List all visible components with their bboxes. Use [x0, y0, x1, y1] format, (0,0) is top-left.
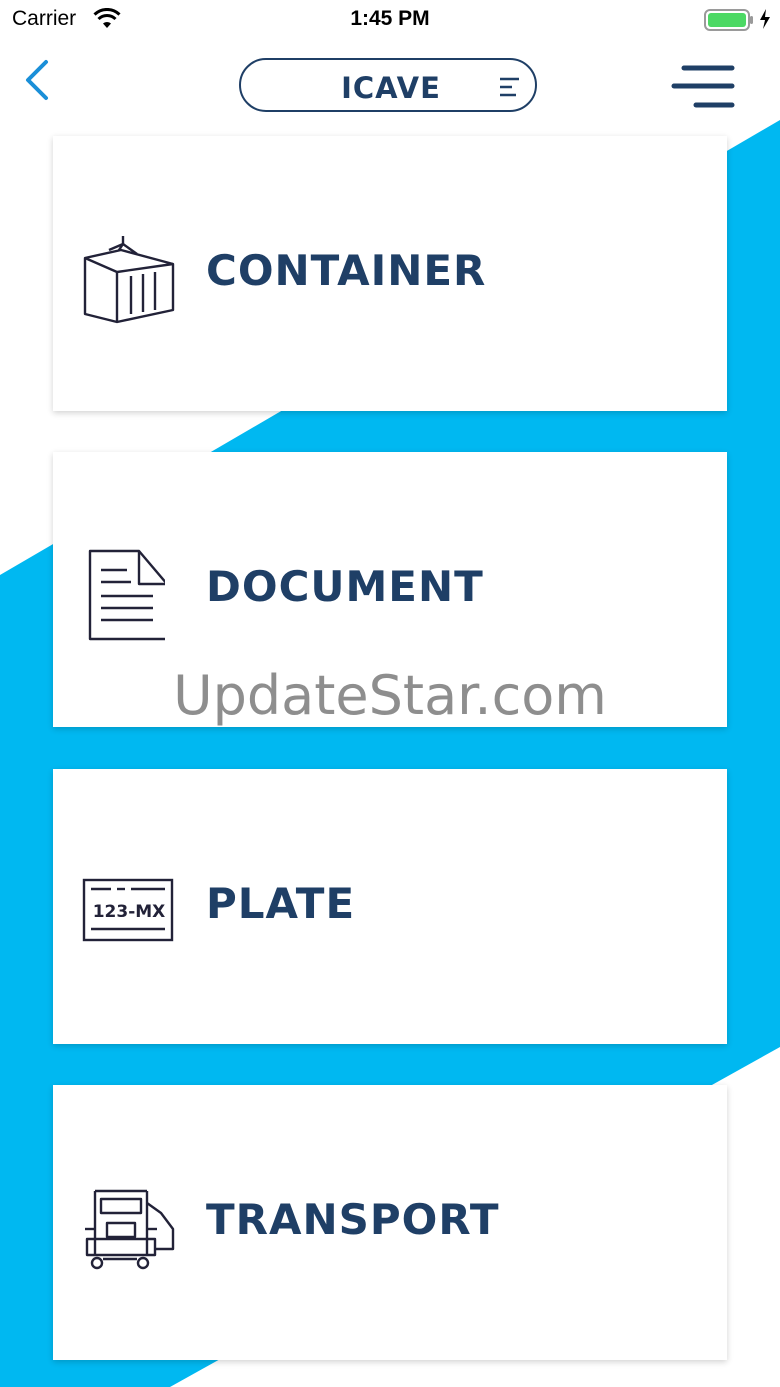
plate-icon-text: 123-MX: [93, 902, 166, 922]
chevron-left-icon: [26, 60, 48, 100]
truck-icon: [85, 1189, 175, 1270]
status-bar: Carrier 1:45 PM: [0, 0, 780, 40]
document-icon: [88, 549, 165, 641]
battery-icon: [704, 9, 753, 31]
plate-card[interactable]: 123-MX PLATE: [53, 769, 727, 1044]
clock: 1:45 PM: [350, 7, 430, 30]
plate-label: PLATE: [206, 879, 356, 928]
back-button[interactable]: [22, 58, 58, 104]
container-label: CONTAINER: [206, 246, 487, 295]
menu-button[interactable]: [670, 64, 736, 112]
hamburger-icon: [671, 65, 735, 108]
container-icon: [83, 236, 175, 324]
document-label: DOCUMENT: [206, 562, 484, 611]
title-selector[interactable]: ICAVE: [239, 58, 537, 112]
transport-label: TRANSPORT: [206, 1195, 500, 1244]
charging-bolt-icon: [760, 9, 770, 29]
transport-card[interactable]: TRANSPORT: [53, 1085, 727, 1360]
plate-icon: 123-MX: [82, 878, 174, 942]
page-title: ICAVE: [341, 71, 441, 105]
container-card[interactable]: CONTAINER: [53, 136, 727, 411]
watermark: UpdateStar.com: [173, 664, 607, 727]
list-icon: [500, 77, 519, 97]
